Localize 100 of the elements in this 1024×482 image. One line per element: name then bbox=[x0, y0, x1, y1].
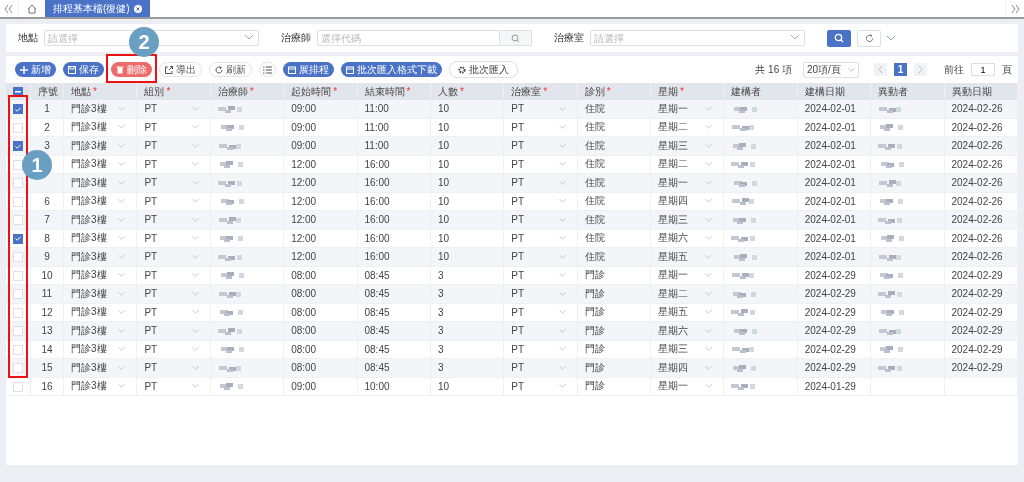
chevron-down-icon[interactable] bbox=[191, 162, 199, 167]
chevron-down-icon[interactable] bbox=[191, 273, 199, 278]
close-icon[interactable] bbox=[133, 4, 142, 13]
table-cell[interactable]: PT bbox=[511, 177, 525, 189]
chevron-down-icon[interactable] bbox=[705, 254, 713, 259]
chevron-down-icon[interactable] bbox=[118, 310, 126, 315]
chevron-down-icon[interactable] bbox=[705, 217, 713, 222]
chevron-down-icon[interactable] bbox=[191, 254, 199, 259]
table-cell[interactable]: 門診3樓 bbox=[71, 342, 107, 357]
table-cell[interactable]: PT bbox=[144, 232, 158, 244]
list-settings-button[interactable] bbox=[259, 62, 276, 77]
table-cell[interactable]: 星期一 bbox=[658, 268, 688, 283]
chevron-down-icon[interactable] bbox=[118, 199, 126, 204]
chevron-down-icon[interactable] bbox=[191, 217, 199, 222]
chevron-down-icon[interactable] bbox=[558, 162, 566, 167]
table-cell[interactable]: PT bbox=[144, 269, 158, 281]
chevron-down-icon[interactable] bbox=[118, 347, 126, 352]
table-cell[interactable]: PT bbox=[144, 121, 158, 133]
toolbar-button[interactable]: 保存 bbox=[63, 62, 104, 77]
table-cell[interactable]: PT bbox=[144, 140, 158, 152]
chevron-down-icon[interactable] bbox=[191, 125, 199, 130]
page-size-select[interactable]: 20項/頁 bbox=[803, 61, 859, 78]
expand-icon[interactable] bbox=[887, 35, 895, 41]
chevron-down-icon[interactable] bbox=[191, 236, 199, 241]
table-cell[interactable]: PT bbox=[144, 288, 158, 300]
toolbar-button[interactable]: 批次匯入格式下載 bbox=[341, 62, 442, 77]
table-cell[interactable]: PT bbox=[144, 306, 158, 318]
toolbar-button[interactable]: 刷新 bbox=[209, 62, 252, 77]
table-cell[interactable]: 星期四 bbox=[658, 194, 688, 209]
goto-page-field[interactable]: 1 bbox=[971, 63, 995, 76]
chevron-down-icon[interactable] bbox=[705, 291, 713, 296]
chevron-down-icon[interactable] bbox=[118, 162, 126, 167]
chevron-down-icon[interactable] bbox=[118, 273, 126, 278]
chevron-down-icon[interactable] bbox=[191, 347, 199, 352]
table-cell[interactable]: PT bbox=[144, 251, 158, 263]
toolbar-button[interactable]: 展排程 bbox=[283, 62, 334, 77]
row-checkbox[interactable] bbox=[13, 104, 23, 115]
table-cell[interactable]: PT bbox=[511, 343, 525, 355]
table-cell[interactable]: PT bbox=[511, 325, 525, 337]
chevron-down-icon[interactable] bbox=[558, 273, 566, 278]
chevron-down-icon[interactable] bbox=[558, 180, 566, 185]
table-cell[interactable]: PT bbox=[144, 380, 158, 392]
table-cell[interactable]: PT bbox=[511, 103, 525, 115]
chevron-down-icon[interactable] bbox=[118, 254, 126, 259]
table-cell[interactable]: PT bbox=[144, 214, 158, 226]
chevron-down-icon[interactable] bbox=[705, 180, 713, 185]
row-checkbox[interactable] bbox=[13, 233, 23, 244]
table-cell[interactable]: PT bbox=[511, 232, 525, 244]
toolbar-button[interactable]: 批次匯入 bbox=[449, 61, 518, 78]
chevron-down-icon[interactable] bbox=[558, 291, 566, 296]
table-cell[interactable]: PT bbox=[144, 177, 158, 189]
chevron-down-icon[interactable] bbox=[558, 310, 566, 315]
table-cell[interactable]: 星期六 bbox=[658, 231, 688, 246]
chevron-down-icon[interactable] bbox=[705, 365, 713, 370]
chevron-down-icon[interactable] bbox=[191, 328, 199, 333]
chevron-down-icon[interactable] bbox=[705, 106, 713, 111]
chevron-down-icon[interactable] bbox=[191, 106, 199, 111]
chevron-down-icon[interactable] bbox=[191, 143, 199, 148]
chevron-down-icon[interactable] bbox=[705, 236, 713, 241]
table-cell[interactable]: 星期五 bbox=[658, 305, 688, 320]
table-cell[interactable]: 星期二 bbox=[658, 120, 688, 135]
table-cell[interactable]: PT bbox=[144, 325, 158, 337]
table-cell[interactable]: PT bbox=[511, 288, 525, 300]
select-all-checkbox[interactable] bbox=[13, 87, 23, 98]
search-button[interactable] bbox=[827, 29, 851, 47]
chevron-down-icon[interactable] bbox=[705, 162, 713, 167]
table-cell[interactable]: 門診3樓 bbox=[71, 379, 107, 394]
reset-button[interactable] bbox=[857, 29, 881, 47]
table-cell[interactable]: 門診3樓 bbox=[71, 268, 107, 283]
table-cell[interactable]: 星期一 bbox=[658, 379, 688, 394]
chevron-down-icon[interactable] bbox=[191, 180, 199, 185]
table-cell[interactable]: 門診3樓 bbox=[71, 157, 107, 172]
table-cell[interactable]: PT bbox=[511, 140, 525, 152]
chevron-down-icon[interactable] bbox=[705, 328, 713, 333]
chevron-down-icon[interactable] bbox=[118, 125, 126, 130]
table-cell[interactable]: 門診3樓 bbox=[71, 120, 107, 135]
chevron-down-icon[interactable] bbox=[118, 180, 126, 185]
chevron-down-icon[interactable] bbox=[558, 106, 566, 111]
chevron-down-icon[interactable] bbox=[191, 365, 199, 370]
chevron-down-icon[interactable] bbox=[558, 125, 566, 130]
chevron-down-icon[interactable] bbox=[191, 384, 199, 389]
chevron-down-icon[interactable] bbox=[191, 291, 199, 296]
chevron-down-icon[interactable] bbox=[191, 199, 199, 204]
table-cell[interactable]: PT bbox=[511, 380, 525, 392]
row-checkbox[interactable] bbox=[13, 141, 23, 152]
table-cell[interactable]: PT bbox=[511, 362, 525, 374]
chevron-down-icon[interactable] bbox=[558, 236, 566, 241]
lookup-field[interactable]: 選擇代碼 bbox=[317, 30, 500, 46]
chevron-down-icon[interactable] bbox=[118, 291, 126, 296]
table-cell[interactable]: PT bbox=[511, 121, 525, 133]
table-cell[interactable]: PT bbox=[511, 195, 525, 207]
table-cell[interactable]: 星期三 bbox=[658, 342, 688, 357]
select-field[interactable]: 請選擇 bbox=[590, 30, 805, 46]
chevron-down-icon[interactable] bbox=[118, 328, 126, 333]
chevron-down-icon[interactable] bbox=[558, 199, 566, 204]
table-cell[interactable]: PT bbox=[144, 103, 158, 115]
chevron-down-icon[interactable] bbox=[118, 106, 126, 111]
chevron-down-icon[interactable] bbox=[705, 199, 713, 204]
next-page-button[interactable] bbox=[914, 63, 927, 76]
toolbar-button[interactable]: 新增 bbox=[15, 62, 56, 77]
